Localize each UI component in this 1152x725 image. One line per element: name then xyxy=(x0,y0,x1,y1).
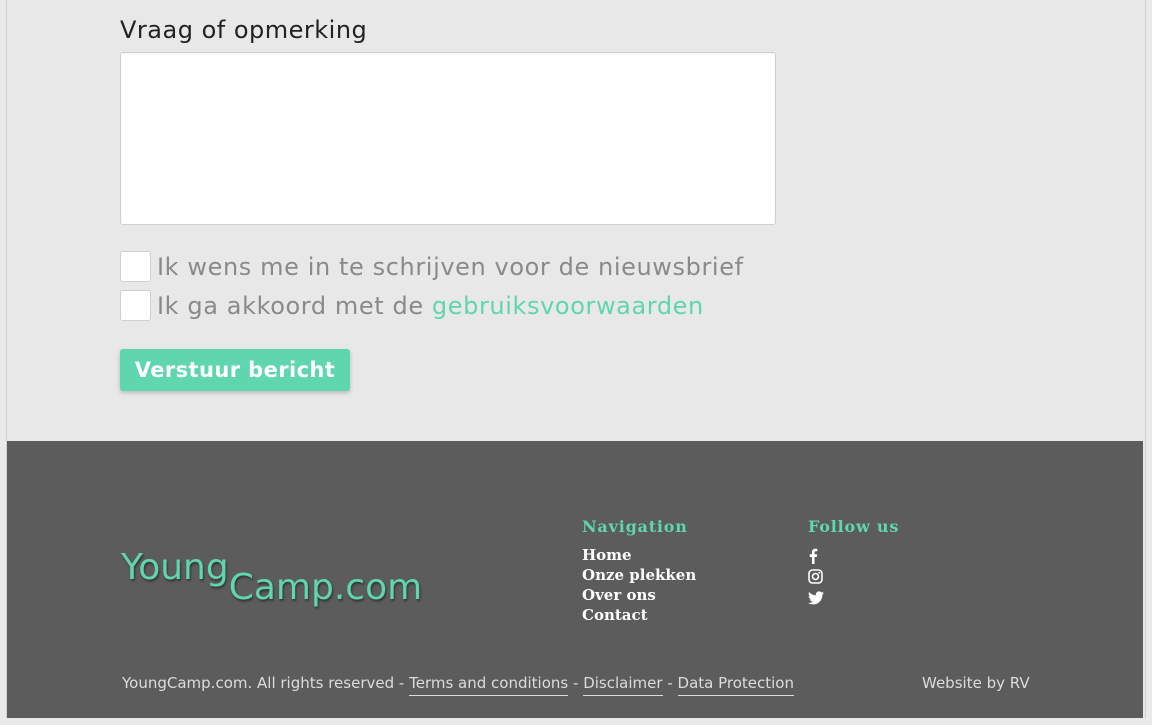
nav-link-home[interactable]: Home xyxy=(582,546,632,564)
newsletter-label: Ik wens me in te schrijven voor de nieuw… xyxy=(157,252,744,281)
logo-part-1: Young xyxy=(121,547,229,588)
nav-link-contact[interactable]: Contact xyxy=(582,606,648,624)
nav-link-over-ons[interactable]: Over ons xyxy=(582,586,656,604)
social-item xyxy=(808,545,824,566)
social-links xyxy=(808,545,824,608)
nav-link-onze-plekken[interactable]: Onze plekken xyxy=(582,566,696,584)
site-footer: YoungCamp.com Navigation Home Onze plekk… xyxy=(7,441,1143,718)
copyright-bar: YoungCamp.com. All rights reserved - Ter… xyxy=(122,674,794,696)
separator: - xyxy=(573,674,579,692)
nav-item: Contact xyxy=(582,605,696,625)
website-credit: Website by RV xyxy=(922,674,1030,692)
comment-label: Vraag of opmerking xyxy=(120,16,368,44)
data-protection-link[interactable]: Data Protection xyxy=(677,674,794,696)
terms-link[interactable]: gebruiksvoorwaarden xyxy=(432,292,704,320)
twitter-icon[interactable] xyxy=(808,590,824,605)
navigation-title: Navigation xyxy=(582,517,688,536)
instagram-icon[interactable] xyxy=(808,569,823,584)
disclaimer-link[interactable]: Disclaimer xyxy=(583,674,663,696)
terms-label: Ik ga akkoord met de gebruiksvoorwaarden xyxy=(157,292,704,320)
copyright-text: YoungCamp.com. All rights reserved xyxy=(122,674,395,692)
newsletter-row: Ik wens me in te schrijven voor de nieuw… xyxy=(120,251,744,282)
nav-item: Over ons xyxy=(582,585,696,605)
site-logo[interactable]: YoungCamp.com xyxy=(121,547,422,608)
follow-us-title: Follow us xyxy=(808,517,900,536)
nav-item: Home xyxy=(582,545,696,565)
terms-prefix: Ik ga akkoord met de xyxy=(157,291,424,320)
terms-checkbox[interactable] xyxy=(120,290,151,321)
terms-and-conditions-link[interactable]: Terms and conditions xyxy=(409,674,569,696)
nav-item: Onze plekken xyxy=(582,565,696,585)
footer-navigation: Home Onze plekken Over ons Contact xyxy=(582,545,696,625)
newsletter-checkbox[interactable] xyxy=(120,251,151,282)
submit-button[interactable]: Verstuur bericht xyxy=(120,349,350,391)
terms-row: Ik ga akkoord met de gebruiksvoorwaarden xyxy=(120,290,704,321)
separator: - xyxy=(667,674,673,692)
logo-part-2: Camp.com xyxy=(228,567,423,608)
facebook-icon[interactable] xyxy=(808,548,818,564)
separator: - xyxy=(398,674,405,692)
comment-textarea[interactable] xyxy=(120,52,776,225)
social-item xyxy=(808,566,824,587)
social-item xyxy=(808,587,824,608)
